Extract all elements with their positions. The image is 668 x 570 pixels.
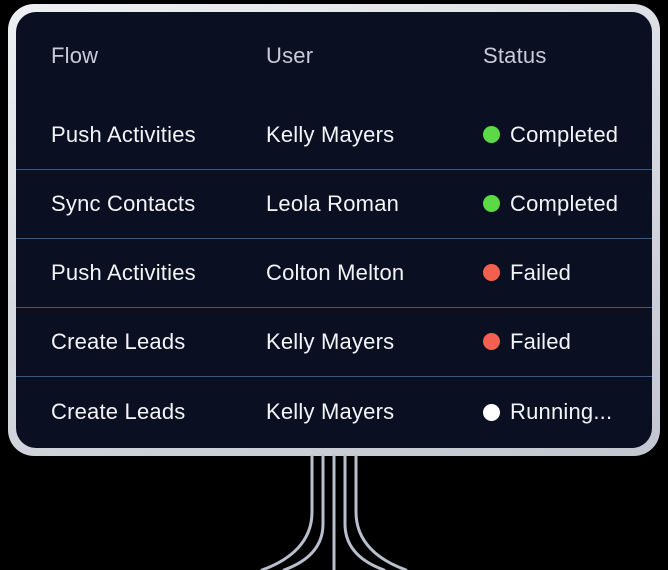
- cable-bundle: [260, 454, 408, 570]
- status-dot-icon: [483, 195, 500, 212]
- cell-user: Leola Roman: [266, 190, 400, 216]
- column-header-user: User: [266, 43, 314, 68]
- flow-runs-table: Flow User Status Push Activities Kelly M…: [16, 12, 652, 448]
- cable-left-inner: [282, 454, 325, 570]
- cell-user: Colton Melton: [266, 259, 405, 285]
- status-label: Failed: [510, 259, 572, 285]
- cable-right-outer: [354, 454, 408, 570]
- column-header-status: Status: [483, 43, 547, 68]
- cell-flow: Create Leads: [51, 399, 186, 424]
- status-label: Completed: [510, 190, 619, 216]
- cell-flow: Push Activities: [51, 259, 196, 285]
- cell-status: Completed: [483, 191, 618, 217]
- cell-user: Kelly Mayers: [266, 328, 395, 354]
- cell-flow: Create Leads: [51, 328, 186, 354]
- status-dot-icon: [483, 126, 500, 143]
- cell-status: Failed: [483, 260, 571, 286]
- status-label: Completed: [510, 121, 619, 147]
- cable-right-inner: [343, 454, 386, 570]
- status-dot-icon: [483, 333, 500, 350]
- monitor-cables: [260, 454, 408, 570]
- status-label: Running...: [510, 399, 613, 424]
- cell-status: Completed: [483, 122, 618, 148]
- cell-flow: Sync Contacts: [51, 190, 196, 216]
- cell-user: Kelly Mayers: [266, 121, 395, 147]
- status-label: Failed: [510, 328, 572, 354]
- monitor-device: Flow User Status Push Activities Kelly M…: [8, 4, 660, 456]
- status-dot-icon: [483, 403, 500, 421]
- table-row[interactable]: Sync Contacts Leola Roman Completed: [16, 169, 652, 238]
- table-row[interactable]: Create Leads Kelly Mayers Failed: [16, 307, 652, 376]
- table-header-row: Flow User Status: [16, 12, 652, 100]
- cable-left-outer: [260, 454, 314, 570]
- cell-status: Failed: [483, 329, 571, 355]
- monitor-screen: Flow User Status Push Activities Kelly M…: [16, 12, 652, 448]
- status-dot-icon: [483, 264, 500, 281]
- table-row[interactable]: Create Leads Kelly Mayers Running...: [16, 376, 652, 448]
- column-header-flow: Flow: [51, 43, 99, 68]
- table-row[interactable]: Push Activities Kelly Mayers Completed: [16, 100, 652, 169]
- cell-status: Running...: [483, 399, 612, 425]
- table-row[interactable]: Push Activities Colton Melton Failed: [16, 238, 652, 307]
- cell-flow: Push Activities: [51, 121, 196, 147]
- cell-user: Kelly Mayers: [266, 399, 395, 424]
